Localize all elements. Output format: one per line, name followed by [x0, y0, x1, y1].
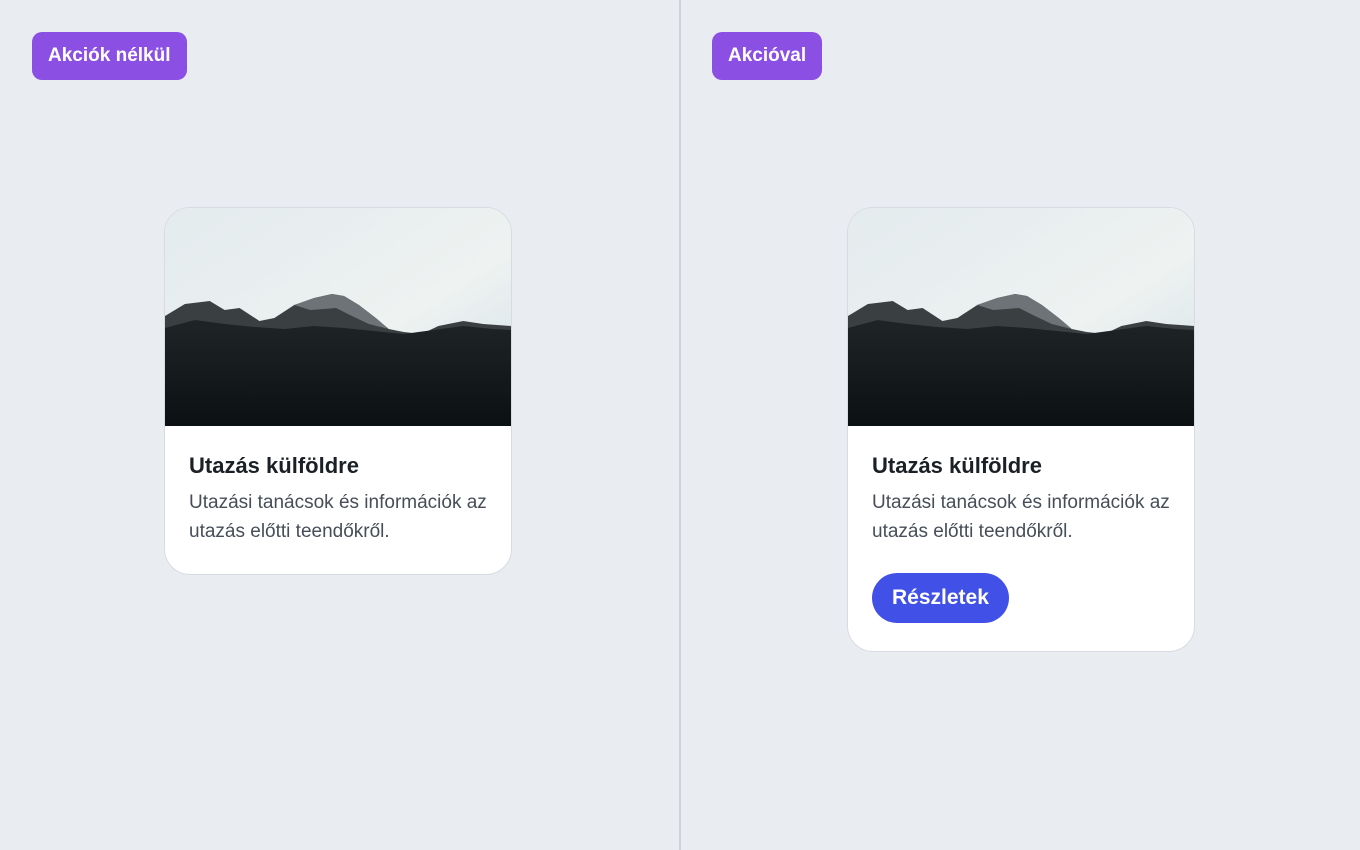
panel-with-action: Akcióval Utazás külföldre Utazási tanács…	[680, 0, 1360, 850]
card-description: Utazási tanácsok és információk az utazá…	[872, 492, 1170, 542]
details-button[interactable]: Részletek	[872, 573, 1009, 623]
card-body: Utazás külföldre Utazási tanácsok és inf…	[165, 426, 511, 574]
travel-card: Utazás külföldre Utazási tanácsok és inf…	[847, 207, 1195, 652]
mountain-image	[165, 208, 511, 426]
card-title: Utazás külföldre	[189, 453, 359, 478]
card-body: Utazás külföldre Utazási tanácsok és inf…	[848, 426, 1194, 651]
travel-card: Utazás külföldre Utazási tanácsok és inf…	[164, 207, 512, 575]
card-description: Utazási tanácsok és információk az utazá…	[189, 492, 487, 542]
panel-without-actions: Akciók nélkül Utazás külföldre Utazási t…	[0, 0, 680, 850]
variant-badge: Akcióval	[712, 32, 823, 80]
card-title: Utazás külföldre	[872, 453, 1042, 478]
variant-badge: Akciók nélkül	[32, 32, 187, 80]
mountain-image	[848, 208, 1194, 426]
